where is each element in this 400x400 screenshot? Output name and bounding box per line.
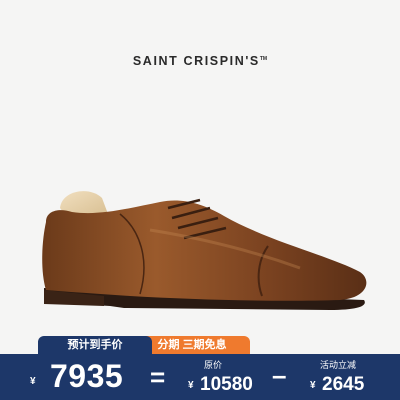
estimated-price-tag: 预计到手价 — [38, 336, 152, 354]
discount-amount: 2645 — [322, 374, 365, 395]
discount-label: 活动立减 — [320, 360, 357, 370]
brand-logo: SAINT CRISPIN'STM — [0, 54, 400, 68]
original-price-label: 原价 — [204, 360, 223, 370]
sale-price: 7935 — [50, 358, 124, 394]
trademark-mark: TM — [259, 55, 268, 62]
minus-sign: – — [272, 360, 287, 390]
oxford-shoe-icon — [42, 191, 367, 310]
product-image — [0, 150, 400, 330]
price-panel: ¥ 7935 = 原价 ¥ 10580 – 活动立减 ¥ 2645 — [0, 354, 400, 400]
original-price: 10580 — [200, 374, 253, 395]
original-currency: ¥ — [188, 380, 194, 391]
sale-currency: ¥ — [30, 376, 36, 387]
price-bar: 分期 三期免息 预计到手价 ¥ 7935 = 原价 ¥ 10580 – 活动立减… — [0, 336, 400, 400]
discount-currency: ¥ — [310, 380, 316, 391]
brand-name: SAINT CRISPIN'S — [132, 54, 260, 68]
equals-sign: = — [150, 362, 166, 392]
